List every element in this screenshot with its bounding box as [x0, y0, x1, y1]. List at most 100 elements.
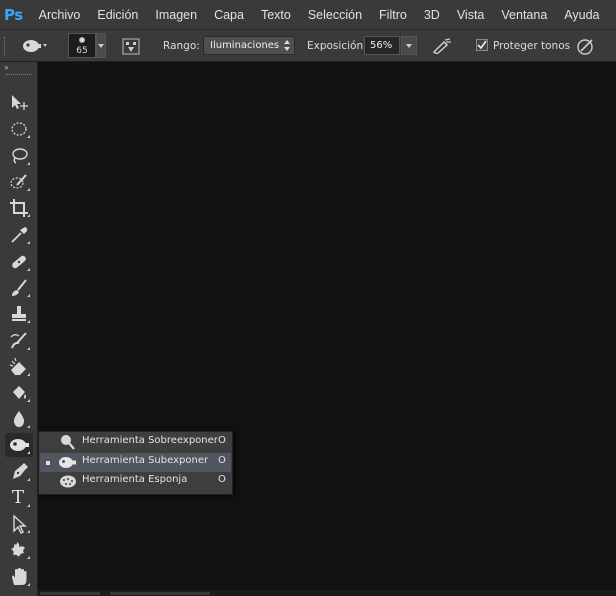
collapse-toolbar-button[interactable]: » [4, 63, 9, 72]
history-brush-tool[interactable] [5, 329, 33, 353]
history-brush-icon [10, 332, 27, 349]
pressure-size-icon[interactable] [576, 37, 596, 55]
pen-tool[interactable] [5, 460, 33, 484]
submenu-indicator [27, 425, 30, 428]
crop-tool[interactable] [5, 196, 33, 220]
path-selection-icon [13, 514, 27, 534]
submenu-indicator [27, 268, 30, 271]
submenu-indicator [27, 583, 30, 586]
eyedropper-icon [11, 227, 28, 243]
app-logo: Ps [4, 5, 23, 24]
checkmark-icon [477, 40, 487, 50]
status-segment [110, 592, 210, 595]
tools-panel: » T [0, 62, 38, 596]
clone-stamp-icon [12, 306, 26, 321]
menu-seleccion[interactable]: Selección [308, 8, 362, 22]
submenu-indicator [27, 373, 30, 376]
hand-tool[interactable] [5, 565, 33, 589]
menu-imagen[interactable]: Imagen [155, 8, 197, 22]
healing-brush-icon [12, 255, 26, 269]
marquee-tool[interactable] [5, 117, 33, 141]
submenu-indicator [27, 241, 30, 244]
flyout-label: Herramienta Sobreexponer [82, 435, 218, 446]
selected-indicator [46, 461, 50, 465]
eraser-tool[interactable] [5, 355, 33, 379]
submenu-indicator [27, 294, 30, 297]
options-bar: 65 Rango: Iluminaciones Exposición: 56% … [0, 29, 616, 62]
menu-texto[interactable]: Texto [261, 8, 291, 22]
pen-icon [13, 463, 28, 479]
submenu-indicator [27, 320, 30, 323]
chevron-down-icon [98, 44, 104, 48]
hand-icon [12, 568, 27, 585]
submenu-indicator [27, 451, 30, 454]
brush-panel-icon [122, 38, 140, 55]
move-icon [12, 95, 28, 110]
paint-bucket-icon [13, 386, 26, 399]
flyout-label: Herramienta Subexponer [82, 455, 209, 466]
tool-flyout-menu: Herramienta Sobreexponer O Herramienta S… [38, 431, 233, 495]
menu-filtro[interactable]: Filtro [379, 8, 407, 22]
marquee-icon [11, 122, 27, 136]
menu-3d[interactable]: 3D [424, 8, 440, 22]
menu-ventana[interactable]: Ventana [501, 8, 547, 22]
crop-icon [10, 199, 28, 217]
range-select[interactable]: Iluminaciones [203, 36, 295, 55]
protect-tones-checkbox[interactable] [476, 39, 488, 51]
burn-tool[interactable] [5, 433, 33, 457]
brush-panel-toggle[interactable] [122, 38, 140, 55]
healing-brush-tool[interactable] [5, 250, 33, 274]
exposure-slider-dropdown[interactable] [401, 36, 417, 55]
range-label: Rango: [163, 40, 200, 52]
submenu-indicator [27, 135, 30, 138]
toolbar-grip[interactable] [6, 74, 32, 77]
flyout-item-sponge[interactable]: Herramienta Esponja O [40, 472, 231, 491]
brush-preset-dropdown[interactable] [96, 33, 106, 58]
type-icon: T [12, 487, 25, 508]
menu-vista[interactable]: Vista [457, 8, 485, 22]
submenu-indicator [27, 478, 30, 481]
airbrush-icon[interactable] [432, 38, 452, 54]
quick-selection-icon [10, 174, 27, 189]
flyout-item-burn[interactable]: Herramienta Subexponer O [40, 453, 231, 472]
document-canvas[interactable] [38, 62, 616, 596]
submenu-indicator [27, 556, 30, 559]
move-tool[interactable] [5, 90, 33, 114]
status-segment [40, 592, 100, 595]
submenu-indicator [27, 162, 30, 165]
menu-archivo[interactable]: Archivo [39, 8, 81, 22]
type-tool[interactable]: T [5, 486, 33, 510]
eraser-icon [9, 357, 26, 375]
burn-icon [59, 457, 76, 468]
chevron-down-icon [406, 44, 412, 48]
protect-tones-label: Proteger tonos [493, 40, 571, 52]
options-bar-grip[interactable] [4, 37, 7, 55]
lasso-icon [12, 148, 28, 164]
paint-bucket-tool[interactable] [5, 381, 33, 405]
eyedropper-tool[interactable] [5, 223, 33, 247]
flyout-item-dodge[interactable]: Herramienta Sobreexponer O [40, 433, 231, 452]
range-select-value: Iluminaciones [210, 40, 280, 51]
exposure-input[interactable]: 56% [364, 36, 400, 55]
burn-icon [23, 40, 47, 52]
submenu-indicator [27, 504, 30, 507]
quick-selection-tool[interactable] [5, 170, 33, 194]
brush-preset-picker[interactable]: 65 [68, 33, 96, 58]
brush-tool[interactable] [5, 276, 33, 300]
sponge-icon [60, 475, 76, 488]
shortcut-key: O [218, 474, 226, 485]
menu-ayuda[interactable]: Ayuda [564, 8, 599, 22]
path-selection-tool[interactable] [5, 512, 33, 536]
menu-capa[interactable]: Capa [214, 8, 244, 22]
exposure-label: Exposición: [307, 40, 367, 52]
custom-shape-tool[interactable] [5, 538, 33, 562]
clone-stamp-tool[interactable] [5, 302, 33, 326]
submenu-indicator [27, 188, 30, 191]
custom-shape-icon [11, 542, 25, 557]
brush-icon [12, 279, 27, 296]
tool-preset-picker[interactable] [22, 38, 48, 54]
blur-tool[interactable] [5, 407, 33, 431]
brush-tip-icon [79, 37, 85, 43]
menu-edicion[interactable]: Edición [97, 8, 138, 22]
lasso-tool[interactable] [5, 144, 33, 168]
